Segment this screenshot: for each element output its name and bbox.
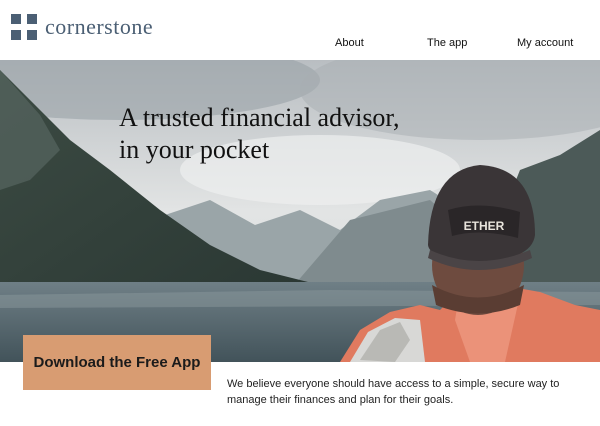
hero-title-line-2: in your pocket bbox=[119, 135, 270, 164]
nav-the-app[interactable]: The app bbox=[427, 37, 467, 49]
logo-mark-icon bbox=[11, 14, 37, 40]
hero-title: A trusted financial advisor, in your poc… bbox=[119, 102, 439, 166]
site-header: cornerstone About The app My account bbox=[0, 0, 600, 60]
hero-banner: ETHER A trusted financial advisor, in yo… bbox=[0, 60, 600, 362]
nav-about[interactable]: About bbox=[335, 37, 364, 49]
logo[interactable]: cornerstone bbox=[11, 14, 153, 40]
tagline: We believe everyone should have access t… bbox=[227, 376, 587, 408]
hero-title-line-1: A trusted financial advisor, bbox=[119, 103, 400, 132]
tagline-line-1: We believe everyone should have access t… bbox=[227, 378, 560, 390]
download-app-button[interactable]: Download the Free App bbox=[23, 335, 211, 390]
svg-text:ETHER: ETHER bbox=[464, 219, 505, 233]
tagline-line-2: manage their finances and plan for their… bbox=[227, 394, 454, 406]
brand-name: cornerstone bbox=[45, 14, 154, 39]
nav-my-account[interactable]: My account bbox=[517, 37, 573, 49]
